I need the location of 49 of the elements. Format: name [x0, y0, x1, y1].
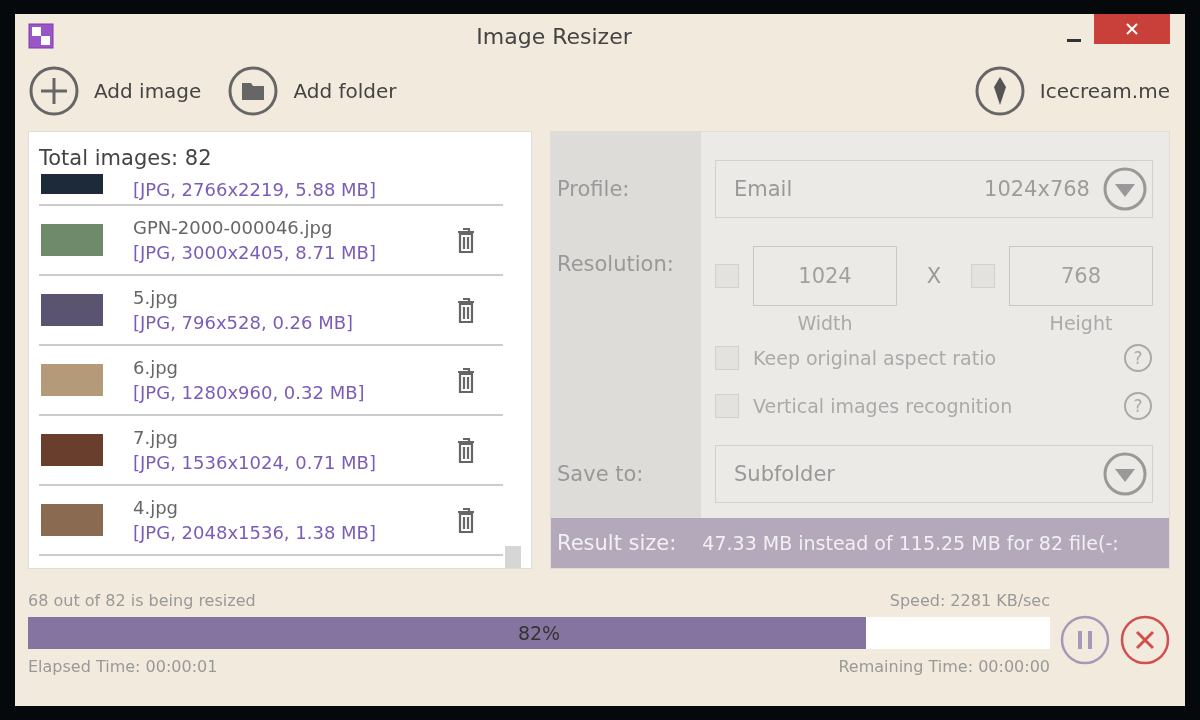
progress-percent: 82%	[517, 622, 561, 644]
status-text: 68 out of 82 is being resized	[28, 590, 256, 610]
folder-icon	[227, 65, 280, 117]
file-name: 5.jpg	[133, 287, 180, 308]
profile-label: Profile:	[556, 176, 631, 203]
file-info: [JPG, 2048x1536, 1.38 MB]	[133, 522, 377, 543]
photo-placeholder	[41, 364, 103, 396]
scrollbar-thumb[interactable]	[505, 546, 521, 568]
times-sign: X	[926, 264, 942, 288]
file-info: [JPG, 2766x2219, 5.88 MB]	[133, 179, 377, 200]
plus-circle-icon	[28, 65, 80, 117]
delete-button[interactable]	[455, 296, 477, 324]
close-icon	[1126, 22, 1138, 35]
photo-placeholder	[41, 224, 103, 256]
cancel-button[interactable]	[1120, 615, 1170, 665]
save-to-label: Save to:	[556, 461, 645, 488]
file-name: 7.jpg	[133, 427, 180, 448]
photo-placeholder	[41, 434, 103, 466]
file-info: [JPG, 3000x2405, 8.71 MB]	[133, 242, 377, 263]
brand-link[interactable]: Icecream.me	[973, 65, 1170, 117]
add-image-button[interactable]: Add image	[28, 65, 202, 117]
app-logo-icon	[28, 23, 54, 49]
file-info: [JPG, 796x528, 0.26 MB]	[133, 312, 355, 333]
width-caption: Width	[796, 312, 854, 334]
file-name: 4.jpg	[133, 497, 180, 518]
photo-placeholder	[41, 174, 103, 194]
remaining-time: Remaining Time: 00:00:00	[838, 656, 1050, 676]
file-info: [JPG, 1536x1024, 0.71 MB]	[133, 452, 377, 473]
file-name: 6.jpg	[133, 357, 180, 378]
delete-button[interactable]	[455, 366, 477, 394]
photo-placeholder	[41, 504, 103, 536]
file-info: [JPG, 1280x960, 0.32 MB]	[133, 382, 366, 403]
height-caption: Height	[1048, 312, 1114, 334]
delete-button[interactable]	[455, 436, 477, 464]
photo-placeholder	[41, 294, 103, 326]
result-size-label: Result size:	[557, 531, 677, 555]
speed-text: Speed: 2281 KB/sec	[889, 590, 1050, 610]
resolution-label: Resolution:	[556, 251, 675, 278]
pause-button[interactable]	[1060, 615, 1110, 665]
elapsed-time: Elapsed Time: 00:00:01	[28, 656, 218, 676]
file-name: GPN-2000-000046.jpg	[133, 217, 334, 238]
result-size-value: 47.33 MB instead of 115.25 MB for 82 file(-:	[702, 532, 1119, 554]
window-title: Image Resizer	[475, 23, 633, 49]
total-images-label: Total images: 82	[39, 146, 213, 170]
close-button[interactable]	[1094, 14, 1170, 44]
delete-button[interactable]	[455, 226, 477, 254]
add-folder-button[interactable]: Add folder	[227, 65, 397, 117]
delete-button[interactable]	[455, 506, 477, 534]
minimize-icon	[1067, 39, 1081, 43]
